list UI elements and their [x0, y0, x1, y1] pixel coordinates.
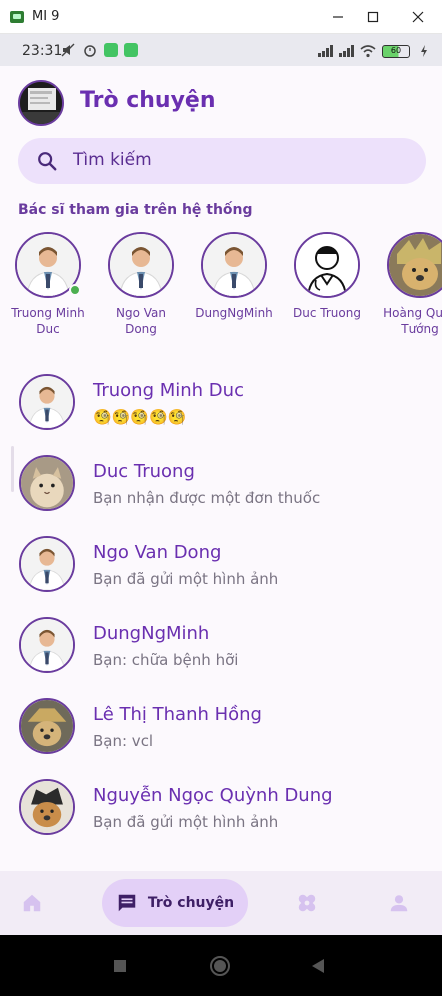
- chat-contact-name: Truong Minh Duc: [93, 380, 244, 401]
- page-title: Trò chuyện: [80, 88, 216, 113]
- emulator-window-bar: MI 9: [0, 0, 442, 34]
- nav-prescriptions[interactable]: [283, 879, 331, 927]
- chat-avatar: [19, 698, 75, 754]
- bottom-navigation: Trò chuyện: [0, 871, 442, 935]
- status-time: 23:31: [22, 43, 63, 59]
- home-circle-icon: [210, 956, 230, 976]
- chat-avatar: [19, 455, 75, 511]
- chat-last-message: Bạn đã gửi một hình ảnh: [93, 813, 279, 831]
- close-icon: [412, 11, 424, 23]
- home-system-button[interactable]: [207, 953, 233, 979]
- back-button[interactable]: [305, 953, 331, 979]
- emulator-app-icon: [10, 11, 24, 23]
- nav-chat[interactable]: Trò chuyện: [102, 879, 248, 927]
- doctor-name: DungNgMinh: [195, 306, 273, 320]
- search-placeholder: Tìm kiếm: [73, 150, 152, 170]
- doctor-avatar: [387, 232, 442, 298]
- doctor-avatar: [108, 232, 174, 298]
- chat-last-message: Bạn: chữa bệnh hỡi: [93, 651, 239, 669]
- battery-icon: 60: [382, 44, 410, 58]
- nav-profile[interactable]: [375, 879, 423, 927]
- status-icons-left: [60, 42, 138, 58]
- signal-icon-2: [339, 45, 354, 57]
- chat-last-message: Bạn: vcl: [93, 732, 154, 750]
- bandage-icon: [298, 894, 316, 912]
- chat-contact-name: Duc Truong: [93, 461, 195, 482]
- chat-list-item[interactable]: Duc Truong Bạn nhận được một đơn thuốc: [0, 447, 442, 527]
- doctor-name: Duc Truong: [293, 306, 361, 320]
- chat-contact-name: Ngo Van Dong: [93, 542, 222, 563]
- chat-last-message: Bạn đã gửi một hình ảnh: [93, 570, 279, 588]
- user-avatar[interactable]: [18, 80, 64, 126]
- back-icon: [312, 959, 324, 973]
- chat-list-item[interactable]: DungNgMinh Bạn: chữa bệnh hỡi: [0, 609, 442, 689]
- doctor-item[interactable]: Truong Minh Duc: [8, 232, 88, 337]
- status-icons-right: 60: [318, 43, 432, 59]
- chat-last-message: Bạn nhận được một đơn thuốc: [93, 489, 321, 507]
- doctor-carousel[interactable]: Truong Minh Duc Ngo Van Dong DungNgMinh …: [0, 232, 442, 352]
- chat-contact-name: Lê Thị Thanh Hồng: [93, 704, 262, 725]
- home-icon: [23, 894, 41, 912]
- doctors-section-title: Bác sĩ tham gia trên hệ thống: [18, 202, 253, 218]
- status-bar: 23:31 60: [0, 34, 442, 66]
- close-button[interactable]: [406, 5, 430, 29]
- chat-avatar: [19, 779, 75, 835]
- doctor-item[interactable]: Ngo Van Dong: [101, 232, 181, 337]
- chat-avatar: [19, 374, 75, 430]
- chat-avatar: [19, 536, 75, 592]
- doctor-name: Hoàng Quốc Tướng: [383, 306, 442, 336]
- search-icon: [38, 152, 57, 171]
- doctor-avatar: [294, 232, 360, 298]
- notification-app-icon: [104, 43, 118, 57]
- chat-last-message: 🧐🧐🧐🧐🧐: [93, 408, 187, 426]
- notification-app-icon-2: [124, 43, 138, 57]
- minimize-icon: [333, 16, 343, 18]
- mute-icon: [60, 42, 76, 58]
- chat-contact-name: Nguyễn Ngọc Quỳnh Dung: [93, 785, 333, 806]
- doctor-item[interactable]: Duc Truong: [287, 232, 367, 321]
- nav-home[interactable]: [8, 879, 56, 927]
- app-header: Trò chuyện: [0, 66, 442, 136]
- recents-icon: [114, 960, 126, 972]
- battery-charging-icon: [416, 43, 432, 59]
- alarm-icon: [82, 42, 98, 58]
- chat-avatar: [19, 617, 75, 673]
- chat-list-item[interactable]: Nguyễn Ngọc Quỳnh Dung Bạn đã gửi một hì…: [0, 771, 442, 851]
- search-input[interactable]: Tìm kiếm: [18, 138, 426, 184]
- person-icon: [390, 895, 408, 912]
- maximize-icon: [367, 11, 379, 23]
- system-navigation-bar: [0, 935, 442, 996]
- chat-list-item[interactable]: Ngo Van Dong Bạn đã gửi một hình ảnh: [0, 528, 442, 608]
- doctor-item[interactable]: DungNgMinh: [194, 232, 274, 321]
- doctor-avatar: [201, 232, 267, 298]
- chat-contact-name: DungNgMinh: [93, 623, 210, 644]
- maximize-button[interactable]: [361, 5, 385, 29]
- doctor-name: Ngo Van Dong: [116, 306, 166, 336]
- signal-icon: [318, 45, 333, 57]
- online-status-dot: [69, 284, 81, 296]
- recents-button[interactable]: [107, 953, 133, 979]
- chat-screen: Trò chuyện Tìm kiếm Bác sĩ tham gia trên…: [0, 66, 442, 935]
- chat-icon: [118, 894, 136, 912]
- chat-list-item[interactable]: Lê Thị Thanh Hồng Bạn: vcl: [0, 690, 442, 770]
- doctor-item[interactable]: Hoàng Quốc Tướng: [380, 232, 442, 337]
- window-title: MI 9: [32, 9, 60, 24]
- doctor-name: Truong Minh Duc: [11, 306, 85, 336]
- nav-chat-label: Trò chuyện: [147, 895, 235, 911]
- wifi-icon: [360, 43, 376, 59]
- chat-list-item[interactable]: Truong Minh Duc 🧐🧐🧐🧐🧐: [0, 366, 442, 446]
- minimize-button[interactable]: [326, 5, 350, 29]
